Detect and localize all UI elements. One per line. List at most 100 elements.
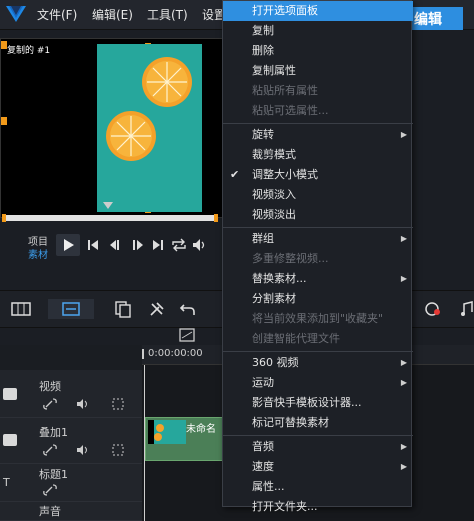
context-menu-item: 创建智能代理文件	[223, 329, 413, 349]
context-menu-item[interactable]: 速度 ▶	[223, 457, 413, 477]
next-frame-icon[interactable]	[131, 239, 145, 251]
menu-tools[interactable]: 工具(T)	[147, 6, 188, 23]
preview-window[interactable]: 复制的 #1	[0, 38, 224, 218]
app-logo-icon	[6, 6, 26, 22]
submenu-arrow-icon: ▶	[400, 358, 407, 367]
context-menu-item[interactable]: 旋转 ▶	[223, 125, 413, 145]
menu-item-label: 旋转	[252, 128, 274, 141]
resize-handle[interactable]	[1, 117, 7, 125]
video-track-header[interactable]: 视频	[0, 370, 142, 418]
submenu-arrow-icon: ▶	[400, 130, 407, 139]
context-menu-item[interactable]: 裁剪模式	[223, 145, 413, 165]
context-menu-item[interactable]: 复制属性	[223, 61, 413, 81]
overlay-clip[interactable]: 未命名	[145, 417, 225, 461]
menu-separator	[223, 351, 413, 352]
orange-thumbnail-icon	[154, 420, 166, 444]
skip-end-icon[interactable]	[152, 239, 164, 251]
undo-button[interactable]	[177, 299, 199, 319]
context-menu-item[interactable]: 打开文件夹...	[223, 497, 413, 517]
clip-mode-label[interactable]: 素材	[28, 246, 48, 261]
fit-project-icon[interactable]	[179, 328, 195, 342]
link-icon[interactable]	[43, 398, 57, 410]
menu-item-label: 标记可替换素材	[252, 416, 329, 429]
context-menu-item: 多重修整视频...	[223, 249, 413, 269]
context-menu-item[interactable]: 影音快手模板设计器...	[223, 393, 413, 413]
menu-item-label: 影音快手模板设计器...	[252, 396, 362, 409]
prev-frame-icon[interactable]	[109, 239, 123, 251]
menu-item-label: 创建智能代理文件	[252, 332, 340, 345]
skip-start-icon[interactable]	[87, 239, 99, 251]
film-icon	[11, 302, 31, 316]
context-menu-item[interactable]: 群组 ▶	[223, 229, 413, 249]
menu-file[interactable]: 文件(F)	[37, 6, 77, 23]
clip-thumbnail	[148, 420, 166, 444]
menu-item-label: 粘贴可选属性...	[252, 104, 329, 117]
tools-button[interactable]	[146, 299, 168, 319]
link-icon[interactable]	[43, 444, 57, 456]
checkmark-icon: ✔	[230, 168, 240, 181]
voice-track-header[interactable]: 声音	[0, 502, 142, 521]
clip-title: 未命名	[186, 424, 216, 435]
menu-item-label: 复制属性	[252, 64, 296, 77]
tab-edit[interactable]: 编辑	[411, 7, 463, 30]
video-track-icon	[3, 388, 17, 400]
menu-separator	[223, 435, 413, 436]
context-menu-item[interactable]: 打开选项面板	[223, 1, 413, 21]
music-button[interactable]	[456, 299, 474, 319]
volume-icon[interactable]	[192, 238, 208, 252]
submenu-arrow-icon: ▶	[400, 378, 407, 387]
submenu-arrow-icon: ▶	[400, 442, 407, 451]
ripple-icon[interactable]	[112, 398, 124, 410]
storyboard-view-button[interactable]	[10, 299, 32, 319]
record-icon	[425, 302, 440, 316]
clip-thumbnail	[166, 420, 186, 444]
timeline-view-button[interactable]	[48, 299, 94, 319]
context-menu-item[interactable]: 视频淡出	[223, 205, 413, 225]
context-menu-item[interactable]: 360 视频 ▶	[223, 353, 413, 373]
menu-item-label: 替换素材...	[252, 272, 307, 285]
link-icon[interactable]	[43, 484, 57, 496]
title-track-header[interactable]: T 标题1	[0, 464, 142, 502]
mute-icon[interactable]	[76, 444, 90, 456]
overlay-track-header[interactable]: 叠加1	[0, 418, 142, 464]
context-menu-item[interactable]: 删除	[223, 41, 413, 61]
trim-end-handle[interactable]	[214, 214, 218, 222]
copy-icon	[115, 301, 131, 318]
scrub-bar[interactable]	[3, 215, 217, 221]
repeat-icon[interactable]	[171, 238, 187, 252]
track-name: 标题1	[39, 468, 68, 481]
copy-button[interactable]	[112, 299, 134, 319]
context-menu-item[interactable]: 音频 ▶	[223, 437, 413, 457]
context-menu-item: 粘贴所有属性	[223, 81, 413, 101]
context-menu-item[interactable]: 运动 ▶	[223, 373, 413, 393]
context-menu-item[interactable]: 分割素材	[223, 289, 413, 309]
menu-separator	[223, 227, 413, 228]
context-menu-item[interactable]: 调整大小模式 ✔	[223, 165, 413, 185]
context-menu-item[interactable]: 替换素材... ▶	[223, 269, 413, 289]
record-button[interactable]	[422, 299, 444, 319]
menu-item-label: 视频淡入	[252, 188, 296, 201]
wrench-icon	[150, 302, 164, 316]
trim-start-handle[interactable]	[2, 214, 6, 222]
ruler-timecode: 0:00:00:00	[148, 348, 203, 359]
ripple-icon[interactable]	[112, 444, 124, 456]
menu-item-label: 运动	[252, 376, 274, 389]
track-name: 视频	[39, 380, 61, 393]
submenu-arrow-icon: ▶	[400, 274, 407, 283]
menu-item-label: 属性...	[252, 480, 285, 493]
track-name: 叠加1	[39, 426, 68, 439]
timeline-icon	[62, 302, 80, 316]
mute-icon[interactable]	[76, 398, 90, 410]
play-icon	[64, 239, 74, 251]
menu-item-label: 速度	[252, 460, 274, 473]
scrub-playhead[interactable]	[103, 202, 113, 209]
context-menu-item[interactable]: 标记可替换素材	[223, 413, 413, 433]
context-menu: 打开选项面板 复制 删除复制属性粘贴所有属性 粘贴可选属性... 旋转 ▶ 裁剪模式 调整大小…	[222, 0, 413, 513]
menu-item-label: 粘贴所有属性	[252, 84, 318, 97]
menu-edit[interactable]: 编辑(E)	[92, 6, 133, 23]
play-button[interactable]	[56, 234, 80, 256]
context-menu-item[interactable]: 复制	[223, 21, 413, 41]
orange-photo	[97, 44, 202, 212]
context-menu-item[interactable]: 视频淡入	[223, 185, 413, 205]
context-menu-item[interactable]: 属性...	[223, 477, 413, 497]
